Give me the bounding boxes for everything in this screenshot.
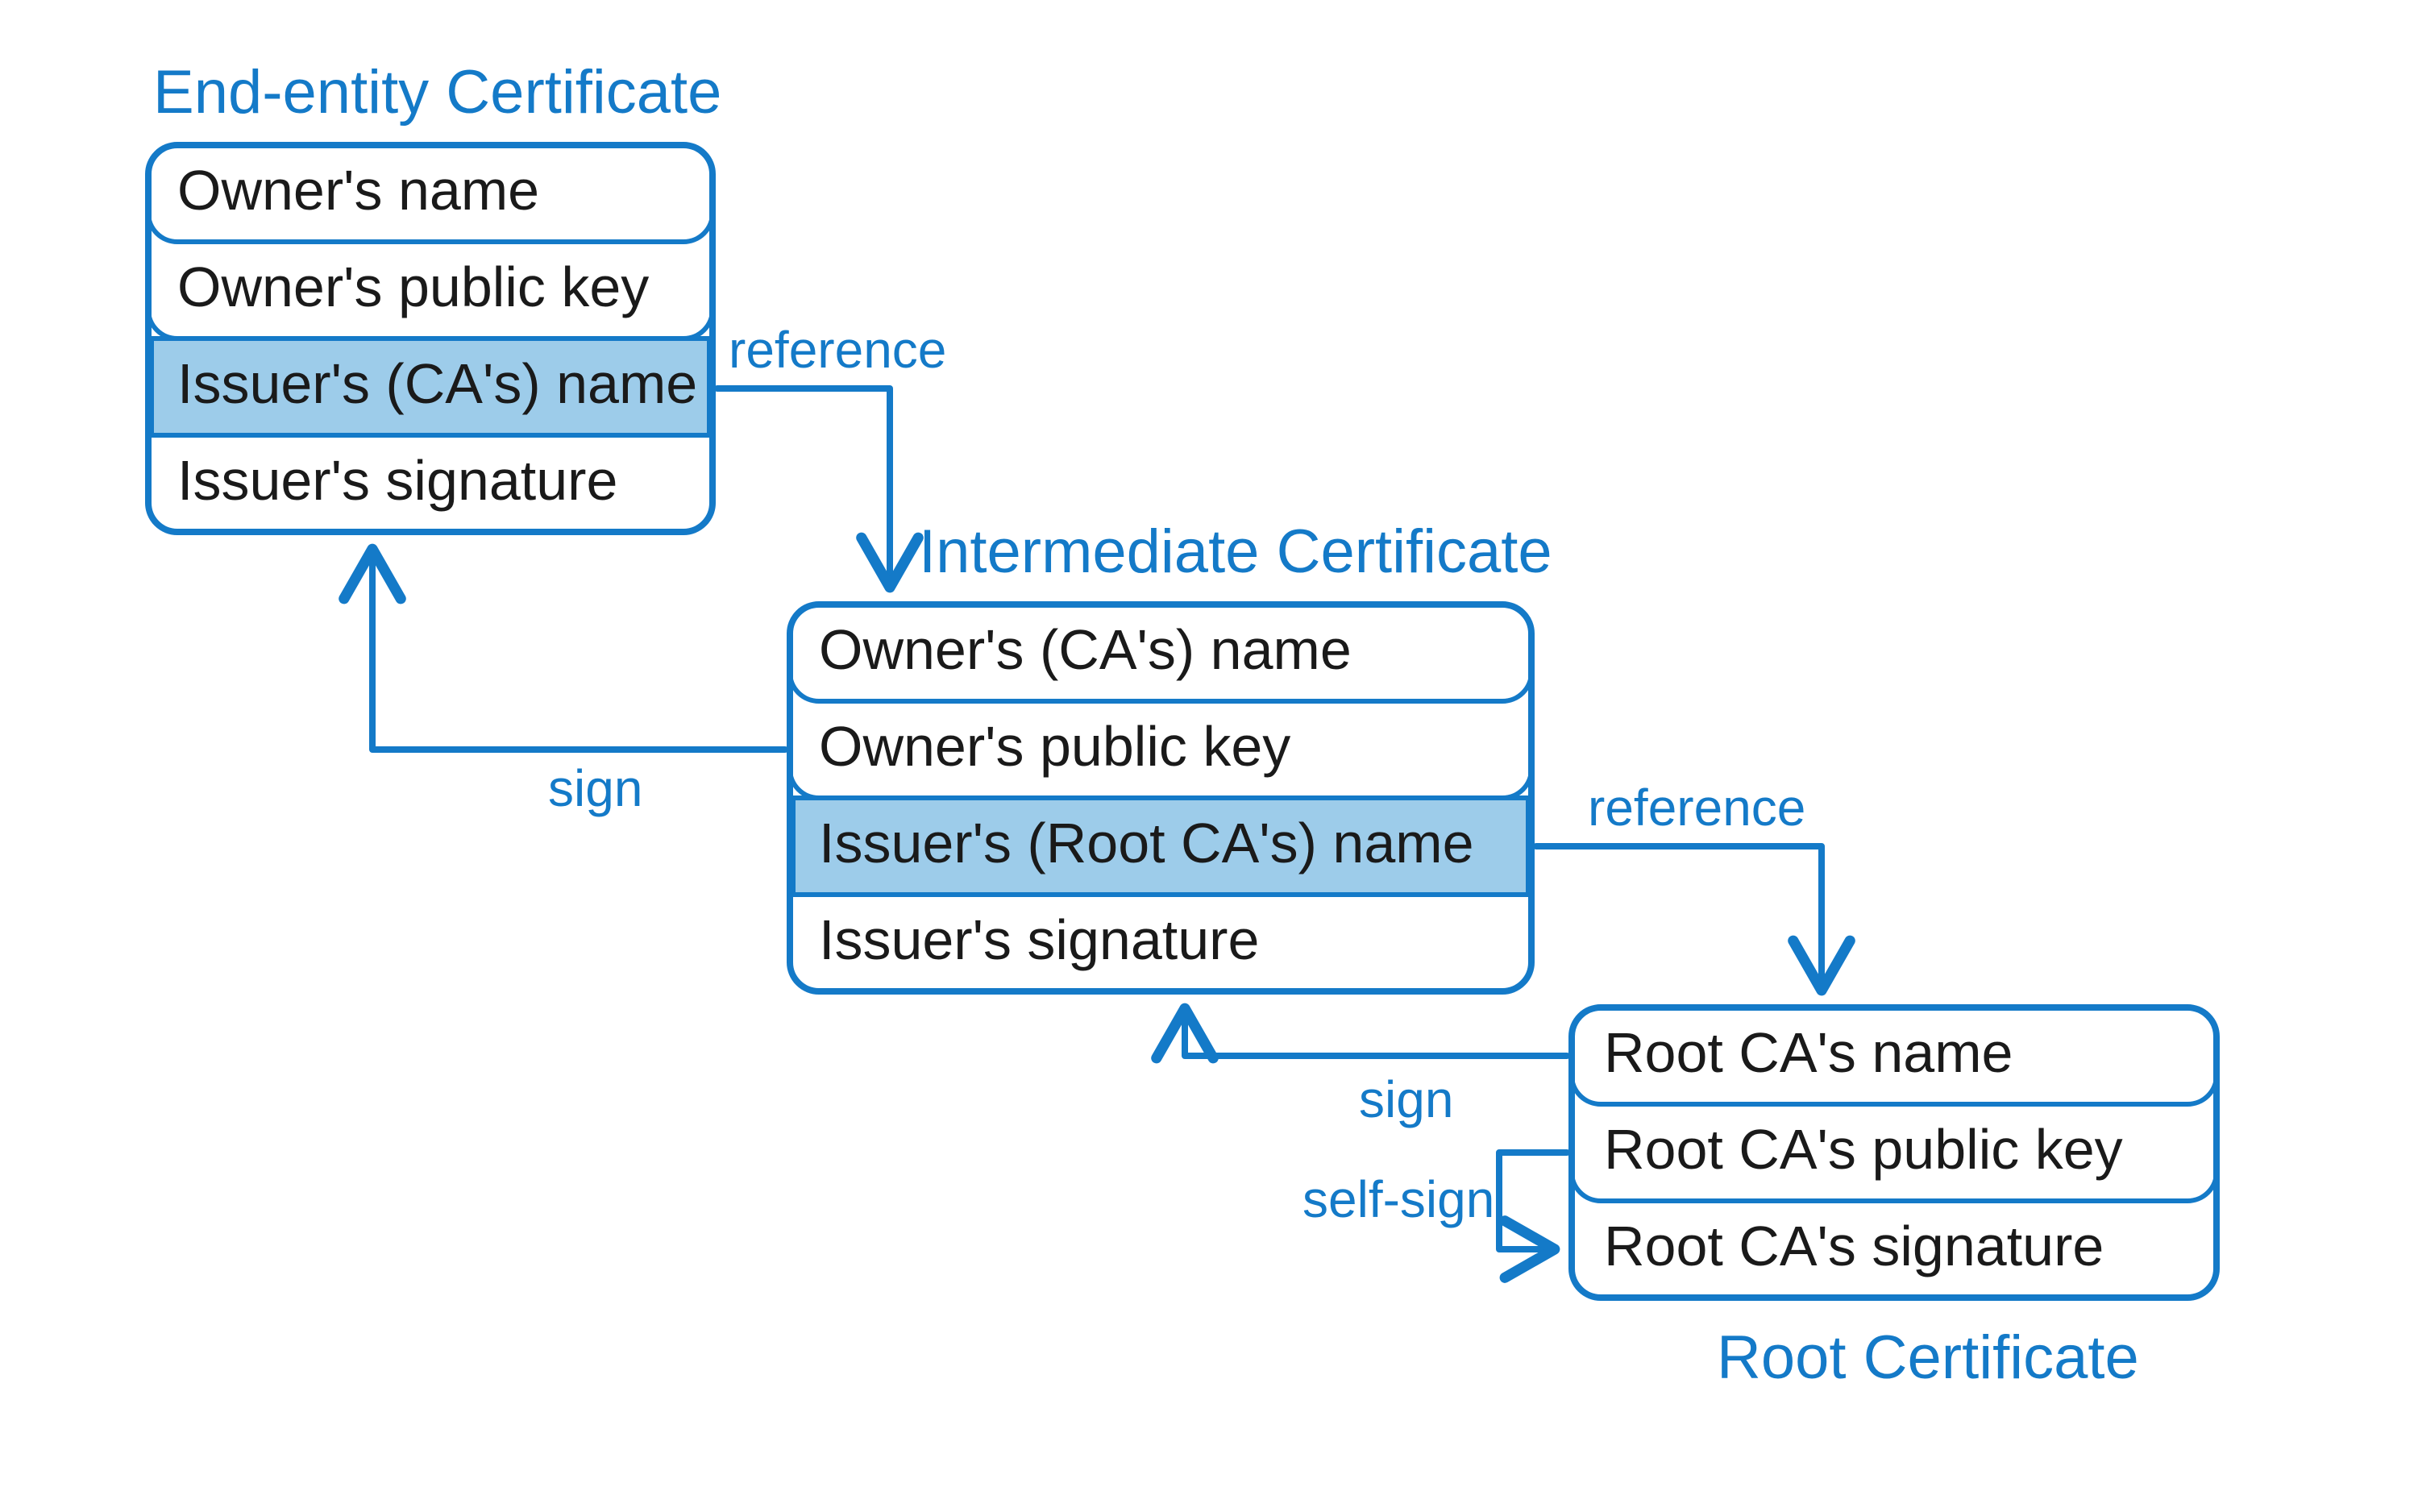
arrow-self-sign: self-sign [1302, 1153, 1567, 1249]
root-r1: Root CA's public key [1604, 1118, 2123, 1181]
root-certificate: Root CA's name Root CA's public key Root… [1572, 1007, 2216, 1392]
end-entity-r2: Issuer's (CA's) name [177, 352, 697, 415]
end-entity-r1: Owner's public key [177, 255, 649, 318]
label-self-sign: self-sign [1302, 1170, 1494, 1228]
label-reference-1: reference [729, 321, 946, 379]
label-sign-2: sign [1359, 1070, 1453, 1128]
intermediate-certificate: Intermediate Certificate Owner's (CA's) … [790, 517, 1552, 991]
label-sign-1: sign [548, 759, 642, 817]
arrow-sign-1: sign [372, 556, 785, 817]
label-reference-2: reference [1588, 779, 1805, 837]
end-entity-title: End-entity Certificate [153, 58, 721, 127]
intermediate-r1: Owner's public key [819, 715, 1290, 778]
arrow-sign-2: sign [1185, 1016, 1567, 1128]
arrow-reference-1: reference [717, 321, 946, 580]
intermediate-r3: Issuer's signature [819, 908, 1259, 971]
intermediate-title: Intermediate Certificate [919, 517, 1552, 586]
end-entity-certificate: End-entity Certificate Owner's name Owne… [148, 58, 721, 532]
root-r2: Root CA's signature [1604, 1215, 2104, 1277]
root-title: Root Certificate [1717, 1323, 2139, 1392]
intermediate-r2: Issuer's (Root CA's) name [819, 812, 1474, 874]
certificate-chain-diagram: End-entity Certificate Owner's name Owne… [0, 0, 2418, 1512]
end-entity-r3: Issuer's signature [177, 449, 617, 512]
end-entity-r0: Owner's name [177, 159, 539, 222]
root-r0: Root CA's name [1604, 1021, 2013, 1084]
intermediate-r0: Owner's (CA's) name [819, 618, 1352, 681]
arrow-reference-2: reference [1536, 779, 1822, 983]
